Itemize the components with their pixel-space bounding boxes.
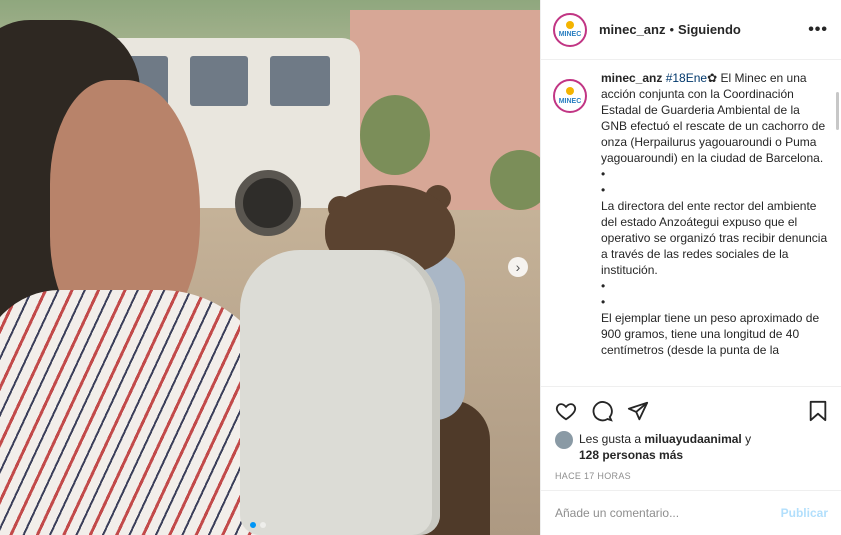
caption-line: La directora del ente rector del ambient… bbox=[601, 199, 828, 277]
likes-others-link[interactable]: 128 personas más bbox=[579, 448, 683, 462]
avatar-text: MINEC bbox=[558, 31, 582, 38]
carousel-dot bbox=[260, 522, 266, 528]
caption: MINEC minec_anz #18Ene✿ El Minec en una … bbox=[541, 70, 841, 386]
truck-window bbox=[190, 56, 248, 106]
paper-plane-icon[interactable] bbox=[627, 400, 649, 422]
liker-username[interactable]: miluayudaanimal bbox=[644, 432, 741, 446]
caption-line: • bbox=[601, 279, 606, 293]
ellipsis-icon[interactable]: ••• bbox=[808, 21, 828, 39]
background-bush bbox=[360, 95, 430, 175]
caption-avatar[interactable]: MINEC bbox=[553, 79, 587, 113]
following-button[interactable]: Siguiendo bbox=[678, 22, 741, 37]
carousel-indicator bbox=[250, 522, 266, 528]
chevron-right-icon[interactable]: › bbox=[508, 257, 528, 277]
woman-shirt bbox=[0, 290, 280, 535]
likes-summary: Les gusta a miluayudaanimal y 128 person… bbox=[555, 431, 828, 463]
carousel-dot bbox=[250, 522, 256, 528]
caption-username[interactable]: minec_anz bbox=[601, 71, 662, 85]
bookmark-icon[interactable] bbox=[808, 400, 828, 422]
header-username[interactable]: minec_anz bbox=[599, 22, 665, 37]
post-sidebar: MINEC minec_anz • Siguiendo ••• MINEC mi… bbox=[540, 0, 841, 535]
caption-line: • bbox=[601, 167, 606, 181]
truck-window bbox=[270, 56, 330, 106]
caption-line: El ejemplar tiene un peso aproximado de … bbox=[601, 311, 820, 357]
post-header: MINEC minec_anz • Siguiendo ••• bbox=[541, 0, 841, 60]
comment-form: Publicar bbox=[541, 490, 841, 535]
glove-front bbox=[240, 250, 440, 535]
caption-hashtag[interactable]: #18Ene bbox=[666, 71, 707, 85]
avatar[interactable]: MINEC bbox=[553, 12, 587, 47]
comment-input[interactable] bbox=[555, 506, 781, 520]
post-actions: Les gusta a miluayudaanimal y 128 person… bbox=[541, 386, 841, 481]
likes-middle: y bbox=[741, 432, 752, 446]
action-icons bbox=[555, 399, 828, 423]
caption-line: • bbox=[601, 295, 606, 309]
comment-icon[interactable] bbox=[591, 400, 613, 422]
flower-emoji: ✿ bbox=[707, 71, 718, 85]
post-timestamp[interactable]: HACE 17 HORAS bbox=[555, 471, 828, 481]
caption-line: El Minec en una acción conjunta con la C… bbox=[601, 71, 826, 165]
caption-line: • bbox=[601, 183, 606, 197]
likes-text: Les gusta a miluayudaanimal y 128 person… bbox=[579, 431, 751, 463]
likes-prefix: Les gusta a bbox=[579, 432, 645, 446]
scrollbar[interactable] bbox=[836, 92, 839, 130]
liker-avatar[interactable] bbox=[555, 431, 573, 449]
header-separator: • bbox=[669, 22, 675, 37]
caption-text: minec_anz #18Ene✿ El Minec en una acción… bbox=[601, 70, 828, 386]
avatar-text: MINEC bbox=[558, 97, 582, 105]
truck-wheel bbox=[235, 170, 301, 236]
post-photo[interactable]: › bbox=[0, 0, 540, 535]
publish-button[interactable]: Publicar bbox=[781, 506, 828, 520]
heart-icon[interactable] bbox=[555, 400, 577, 422]
